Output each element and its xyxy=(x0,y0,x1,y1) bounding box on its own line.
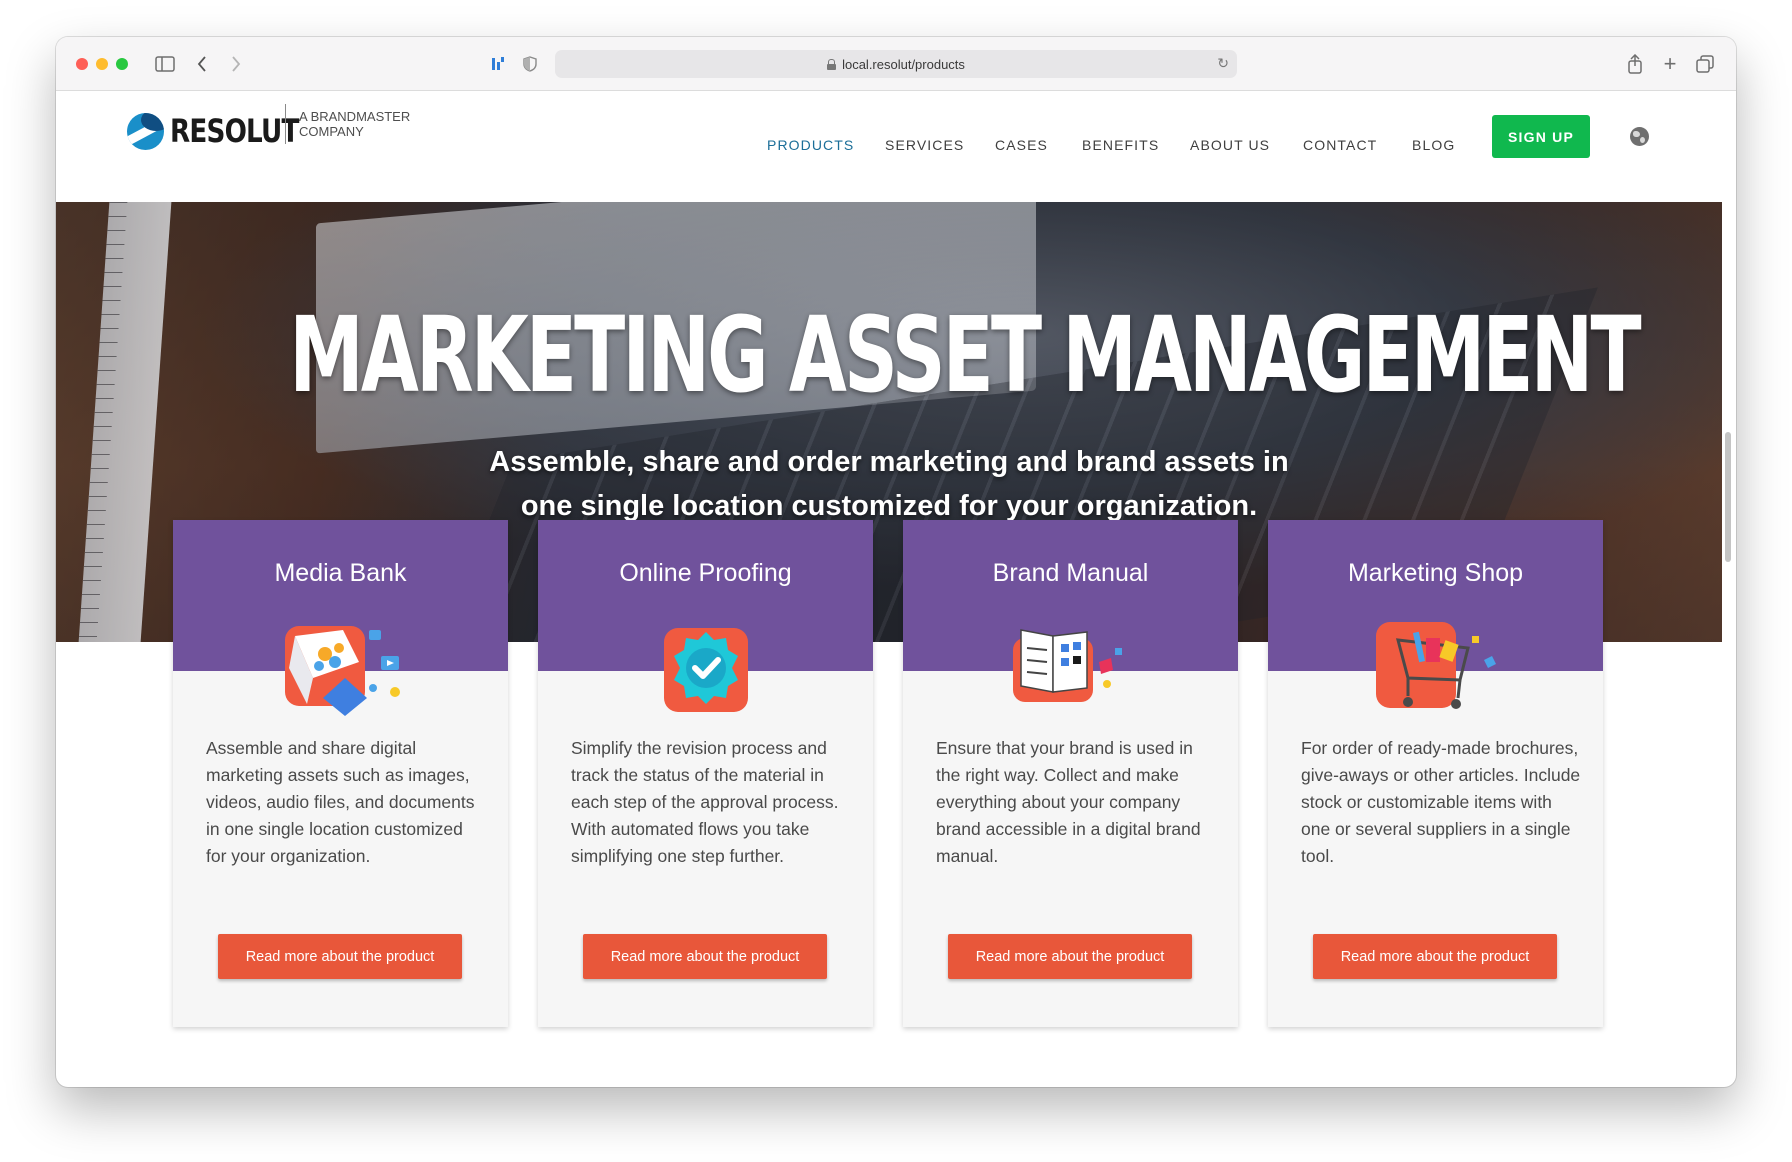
product-card-online-proofing: Online Proofing Simplify the revision pr… xyxy=(538,520,873,1027)
privacy-shield-icon[interactable] xyxy=(520,51,540,77)
forward-arrow-icon[interactable] xyxy=(226,51,246,77)
nav-cases[interactable]: CASES xyxy=(995,137,1048,153)
card-title: Brand Manual xyxy=(992,559,1149,587)
hero-title: MARKETING ASSET MANAGEMENT xyxy=(289,294,1641,416)
brand-tagline: A BRANDMASTER COMPANY xyxy=(299,109,411,139)
nav-contact[interactable]: CONTACT xyxy=(1303,137,1377,153)
new-tab-icon[interactable]: + xyxy=(1659,51,1681,77)
back-arrow-icon[interactable] xyxy=(192,51,212,77)
brand-name: RESOLUT xyxy=(170,112,299,150)
nav-blog[interactable]: BLOG xyxy=(1412,137,1455,153)
nav-products[interactable]: PRODUCTS xyxy=(767,137,854,153)
logo-divider xyxy=(285,104,286,144)
ruler-photo-detail xyxy=(78,202,172,642)
read-more-online-proofing-button[interactable]: Read more about the product xyxy=(583,934,827,979)
card-description: Assemble and share digital marketing ass… xyxy=(206,738,475,866)
share-icon[interactable] xyxy=(1624,51,1646,77)
site-header: RESOLUT A BRANDMASTER COMPANY PRODUCTS S… xyxy=(56,92,1722,202)
card-title: Media Bank xyxy=(274,559,407,587)
address-bar-url: local.resolut/products xyxy=(842,56,965,72)
media-box-icon xyxy=(285,626,400,716)
product-card-media-bank: Media Bank Assemble and share digital ma… xyxy=(173,520,508,1027)
resolut-logo[interactable]: RESOLUT xyxy=(127,112,327,150)
read-more-media-bank-button[interactable]: Read more about the product xyxy=(218,934,462,979)
minimize-window-button[interactable] xyxy=(96,58,108,70)
sidebar-toggle-icon[interactable] xyxy=(152,51,178,77)
read-more-brand-manual-button[interactable]: Read more about the product xyxy=(948,934,1192,979)
card-title: Marketing Shop xyxy=(1347,559,1524,587)
card-title: Online Proofing xyxy=(619,559,792,587)
nav-about-us[interactable]: ABOUT US xyxy=(1190,137,1270,153)
nav-services[interactable]: SERVICES xyxy=(885,137,964,153)
brand-book-icon xyxy=(1013,629,1122,702)
approval-badge-icon xyxy=(664,628,748,712)
address-bar[interactable]: local.resolut/products ↻ xyxy=(555,50,1237,78)
hero-subtitle: Assemble, share and order marketing and … xyxy=(489,446,1289,522)
card-description: For order of ready-made brochures, give-… xyxy=(1301,738,1581,866)
zoom-window-button[interactable] xyxy=(116,58,128,70)
shopping-cart-icon xyxy=(1376,622,1496,709)
resolut-logo-icon xyxy=(127,112,164,150)
browser-toolbar: local.resolut/products ↻ + xyxy=(56,37,1736,91)
globe-icon[interactable] xyxy=(1630,127,1649,146)
browser-window: local.resolut/products ↻ + RESOLUT A BRA… xyxy=(56,37,1736,1087)
product-card-marketing-shop: Marketing Shop For order of ready-made b… xyxy=(1268,520,1603,1027)
close-window-button[interactable] xyxy=(76,58,88,70)
product-cards: Media Bank Assemble and share digital ma… xyxy=(173,520,1603,1030)
lock-icon xyxy=(827,58,837,70)
page-scrollbar[interactable] xyxy=(1725,432,1731,562)
sign-up-button[interactable]: SIGN UP xyxy=(1492,115,1590,158)
card-description: Simplify the revision process and track … xyxy=(571,738,839,866)
reload-icon[interactable]: ↻ xyxy=(1217,55,1229,72)
product-card-brand-manual: Brand Manual Ensure that your brand is u… xyxy=(903,520,1238,1027)
card-description: Ensure that your brand is used in the ri… xyxy=(936,738,1201,866)
tab-overview-icon[interactable] xyxy=(1694,51,1716,77)
nav-benefits[interactable]: BENEFITS xyxy=(1082,137,1159,153)
read-more-marketing-shop-button[interactable]: Read more about the product xyxy=(1313,934,1557,979)
extension-icon[interactable] xyxy=(488,51,508,77)
